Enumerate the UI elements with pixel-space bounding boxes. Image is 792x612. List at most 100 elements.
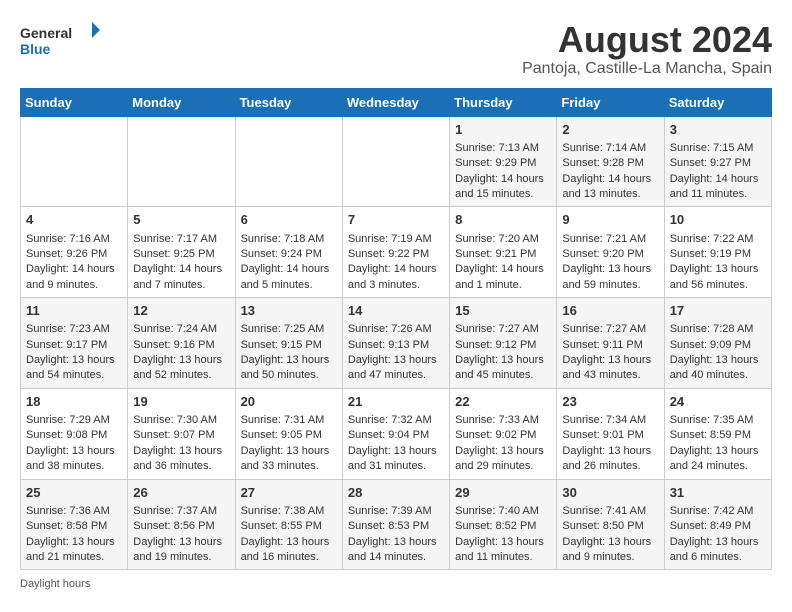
calendar-cell: 29Sunrise: 7:40 AMSunset: 8:52 PMDayligh…	[450, 479, 557, 570]
day-detail: Sunset: 8:56 PM	[133, 519, 229, 534]
day-detail: Daylight: 13 hours and 47 minutes.	[348, 353, 444, 384]
day-detail: Daylight: 14 hours and 11 minutes.	[670, 172, 766, 203]
day-detail: Sunset: 9:15 PM	[241, 338, 337, 353]
day-detail: Sunrise: 7:27 AM	[562, 322, 658, 337]
day-detail: Daylight: 13 hours and 21 minutes.	[26, 535, 122, 566]
day-detail: Sunrise: 7:36 AM	[26, 504, 122, 519]
day-detail: Sunset: 8:59 PM	[670, 428, 766, 443]
day-detail: Sunset: 8:50 PM	[562, 519, 658, 534]
day-detail: Sunset: 9:25 PM	[133, 247, 229, 262]
day-detail: Sunset: 8:53 PM	[348, 519, 444, 534]
day-detail: Daylight: 13 hours and 9 minutes.	[562, 535, 658, 566]
day-detail: Sunset: 9:24 PM	[241, 247, 337, 262]
day-detail: Sunrise: 7:34 AM	[562, 413, 658, 428]
day-detail: Sunset: 9:26 PM	[26, 247, 122, 262]
day-detail: Sunset: 9:27 PM	[670, 156, 766, 171]
calendar-cell: 6Sunrise: 7:18 AMSunset: 9:24 PMDaylight…	[235, 207, 342, 298]
calendar-cell: 11Sunrise: 7:23 AMSunset: 9:17 PMDayligh…	[21, 298, 128, 389]
day-detail: Sunrise: 7:32 AM	[348, 413, 444, 428]
day-detail: Sunrise: 7:28 AM	[670, 322, 766, 337]
calendar-cell: 16Sunrise: 7:27 AMSunset: 9:11 PMDayligh…	[557, 298, 664, 389]
svg-text:Blue: Blue	[20, 41, 51, 57]
page-title: August 2024	[522, 20, 772, 60]
day-detail: Daylight: 13 hours and 45 minutes.	[455, 353, 551, 384]
day-number: 13	[241, 302, 337, 320]
day-detail: Sunrise: 7:35 AM	[670, 413, 766, 428]
day-detail: Sunset: 9:05 PM	[241, 428, 337, 443]
day-detail: Sunrise: 7:27 AM	[455, 322, 551, 337]
day-detail: Sunrise: 7:29 AM	[26, 413, 122, 428]
day-detail: Sunrise: 7:13 AM	[455, 141, 551, 156]
calendar-cell: 12Sunrise: 7:24 AMSunset: 9:16 PMDayligh…	[128, 298, 235, 389]
day-detail: Sunrise: 7:23 AM	[26, 322, 122, 337]
day-detail: Sunset: 9:28 PM	[562, 156, 658, 171]
day-number: 8	[455, 211, 551, 229]
footer-text: Daylight hours	[20, 578, 90, 590]
day-detail: Sunrise: 7:18 AM	[241, 232, 337, 247]
day-detail: Daylight: 14 hours and 1 minute.	[455, 262, 551, 293]
day-detail: Sunset: 8:52 PM	[455, 519, 551, 534]
day-number: 23	[562, 393, 658, 411]
day-detail: Sunset: 8:49 PM	[670, 519, 766, 534]
calendar-cell: 30 Sunrise: 7:41 AMSunset: 8:50 PMDayligh…	[557, 479, 664, 570]
day-detail: Sunrise: 7:33 AM	[455, 413, 551, 428]
weekday-header: Wednesday	[342, 88, 449, 116]
day-detail: Sunset: 8:55 PM	[241, 519, 337, 534]
calendar-cell: 19Sunrise: 7:30 AMSunset: 9:07 PMDayligh…	[128, 388, 235, 479]
day-number: 21	[348, 393, 444, 411]
calendar-cell	[235, 116, 342, 207]
day-number: 10	[670, 211, 766, 229]
day-detail: Daylight: 13 hours and 40 minutes.	[670, 353, 766, 384]
calendar-cell: 18Sunrise: 7:29 AMSunset: 9:08 PMDayligh…	[21, 388, 128, 479]
day-detail: Sunrise: 7:40 AM	[455, 504, 551, 519]
day-detail: Daylight: 13 hours and 29 minutes.	[455, 444, 551, 475]
day-detail: Daylight: 13 hours and 6 minutes.	[670, 535, 766, 566]
calendar-cell: 9Sunrise: 7:21 AMSunset: 9:20 PMDaylight…	[557, 207, 664, 298]
day-number: 9	[562, 211, 658, 229]
calendar-cell	[21, 116, 128, 207]
day-detail: Daylight: 13 hours and 56 minutes.	[670, 262, 766, 293]
day-detail: Sunrise: 7:25 AM	[241, 322, 337, 337]
day-number: 4	[26, 211, 122, 229]
calendar-cell: 8Sunrise: 7:20 AMSunset: 9:21 PMDaylight…	[450, 207, 557, 298]
calendar-cell: 28Sunrise: 7:39 AMSunset: 8:53 PMDayligh…	[342, 479, 449, 570]
page-subtitle: Pantoja, Castille-La Mancha, Spain	[522, 60, 772, 78]
day-number: 15	[455, 302, 551, 320]
calendar-week-row: 25Sunrise: 7:36 AMSunset: 8:58 PMDayligh…	[21, 479, 772, 570]
day-detail: Sunrise: 7:24 AM	[133, 322, 229, 337]
day-detail: Daylight: 14 hours and 15 minutes.	[455, 172, 551, 203]
weekday-header: Saturday	[664, 88, 771, 116]
day-number: 14	[348, 302, 444, 320]
day-number: 22	[455, 393, 551, 411]
page-header: General Blue August 2024 Pantoja, Castil…	[20, 20, 772, 78]
day-detail: Daylight: 13 hours and 33 minutes.	[241, 444, 337, 475]
calendar-cell: 7Sunrise: 7:19 AMSunset: 9:22 PMDaylight…	[342, 207, 449, 298]
logo-svg: General Blue	[20, 20, 100, 60]
day-detail: Sunset: 9:04 PM	[348, 428, 444, 443]
svg-text:General: General	[20, 25, 72, 41]
day-number: 11	[26, 302, 122, 320]
day-detail: Daylight: 13 hours and 38 minutes.	[26, 444, 122, 475]
day-detail: Sunset: 9:11 PM	[562, 338, 658, 353]
calendar-cell: 13 Sunrise: 7:25 AMSunset: 9:15 PMDayligh…	[235, 298, 342, 389]
day-detail: Sunset: 9:17 PM	[26, 338, 122, 353]
calendar-week-row: 1Sunrise: 7:13 AMSunset: 9:29 PMDaylight…	[21, 116, 772, 207]
day-detail: Sunrise: 7:30 AM	[133, 413, 229, 428]
day-detail: Sunrise: 7:14 AM	[562, 141, 658, 156]
day-detail: Sunrise: 7:26 AM	[348, 322, 444, 337]
calendar-cell: 27Sunrise: 7:38 AMSunset: 8:55 PMDayligh…	[235, 479, 342, 570]
calendar-cell: 5Sunrise: 7:17 AMSunset: 9:25 PMDaylight…	[128, 207, 235, 298]
calendar-cell	[342, 116, 449, 207]
day-number: 2	[562, 121, 658, 139]
day-detail: Sunset: 9:29 PM	[455, 156, 551, 171]
day-detail: Sunset: 9:20 PM	[562, 247, 658, 262]
day-number: 25	[26, 484, 122, 502]
calendar-header-row: SundayMondayTuesdayWednesdayThursdayFrid…	[21, 88, 772, 116]
day-detail: Sunrise: 7:41 AM	[562, 504, 658, 519]
weekday-header: Thursday	[450, 88, 557, 116]
day-detail: Daylight: 13 hours and 52 minutes.	[133, 353, 229, 384]
day-number: 30	[562, 484, 658, 502]
weekday-header: Friday	[557, 88, 664, 116]
calendar-cell: 20Sunrise: 7:31 AMSunset: 9:05 PMDayligh…	[235, 388, 342, 479]
day-detail: Daylight: 13 hours and 50 minutes.	[241, 353, 337, 384]
